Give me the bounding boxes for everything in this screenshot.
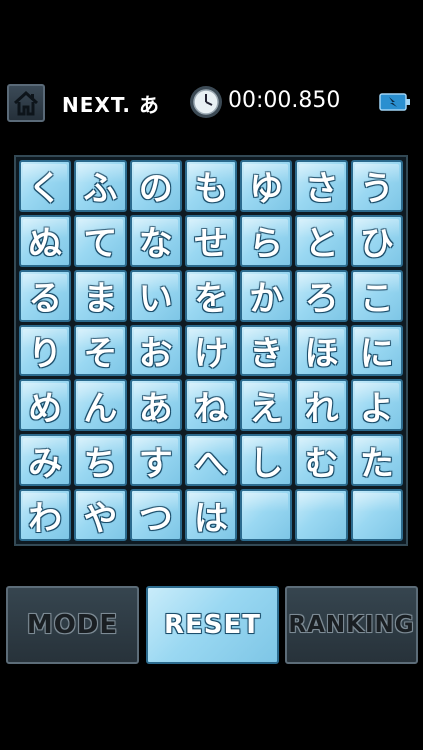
tile[interactable]: そ	[74, 324, 127, 377]
bottom-buttons: MODE RESET RANKING	[6, 586, 418, 666]
empty-tile[interactable]	[350, 489, 403, 541]
tile[interactable]: れ	[295, 379, 348, 432]
tile[interactable]: ふ	[74, 160, 127, 212]
tile[interactable]: か	[240, 269, 293, 322]
tile[interactable]: い	[129, 269, 182, 322]
tile[interactable]: ら	[240, 214, 293, 267]
tile[interactable]: ま	[74, 269, 127, 322]
tile[interactable]: り	[19, 324, 72, 377]
clock-icon	[190, 86, 222, 118]
next-indicator: NEXT. あ	[62, 89, 160, 118]
tile[interactable]: お	[129, 324, 182, 377]
tile[interactable]: せ	[184, 214, 238, 267]
empty-tile[interactable]	[240, 489, 293, 541]
tile[interactable]: ひ	[350, 214, 403, 267]
tile[interactable]: き	[240, 324, 293, 377]
tile[interactable]: ぬ	[19, 214, 72, 267]
tile[interactable]: さ	[295, 160, 348, 212]
tile[interactable]: へ	[184, 434, 238, 487]
tile[interactable]: む	[295, 434, 348, 487]
next-character: あ	[139, 93, 160, 117]
tile[interactable]: し	[240, 434, 293, 487]
tile[interactable]: を	[184, 269, 238, 322]
tile[interactable]: な	[129, 214, 182, 267]
tile[interactable]: の	[129, 160, 182, 212]
tile[interactable]: く	[19, 160, 72, 212]
tile[interactable]: わ	[19, 489, 72, 541]
tile[interactable]: あ	[129, 379, 182, 432]
tile[interactable]: ほ	[295, 324, 348, 377]
battery-icon	[379, 93, 410, 111]
tile[interactable]: よ	[350, 379, 403, 432]
tile[interactable]: た	[350, 434, 403, 487]
tile[interactable]: ゆ	[240, 160, 293, 212]
empty-tile[interactable]	[295, 489, 348, 541]
tile[interactable]: ん	[74, 379, 127, 432]
tile[interactable]: も	[184, 160, 238, 212]
tile[interactable]: め	[19, 379, 72, 432]
tile[interactable]: つ	[129, 489, 182, 541]
top-bar: NEXT. あ 00:00.850	[0, 82, 423, 124]
tile-board: くふのもゆさうぬてなせらとひるまいをかろこりそおけきほにめんあねえれよみちすへし…	[14, 155, 408, 546]
tile[interactable]: ち	[74, 434, 127, 487]
tile[interactable]: け	[184, 324, 238, 377]
timer: 00:00.850	[228, 88, 341, 113]
tile[interactable]: や	[74, 489, 127, 541]
home-icon	[13, 90, 39, 116]
next-label: NEXT.	[62, 93, 132, 117]
reset-button[interactable]: RESET	[146, 586, 279, 664]
tile[interactable]: て	[74, 214, 127, 267]
tile[interactable]: る	[19, 269, 72, 322]
tile[interactable]: す	[129, 434, 182, 487]
mode-button[interactable]: MODE	[6, 586, 139, 664]
tile[interactable]: に	[350, 324, 403, 377]
tile[interactable]: ろ	[295, 269, 348, 322]
home-button[interactable]	[7, 84, 45, 122]
tile[interactable]: え	[240, 379, 293, 432]
tile[interactable]: み	[19, 434, 72, 487]
tile[interactable]: う	[350, 160, 403, 212]
tile[interactable]: ね	[184, 379, 238, 432]
tile[interactable]: と	[295, 214, 348, 267]
ranking-button[interactable]: RANKING	[285, 586, 418, 664]
tile[interactable]: は	[184, 489, 238, 541]
tile[interactable]: こ	[350, 269, 403, 322]
